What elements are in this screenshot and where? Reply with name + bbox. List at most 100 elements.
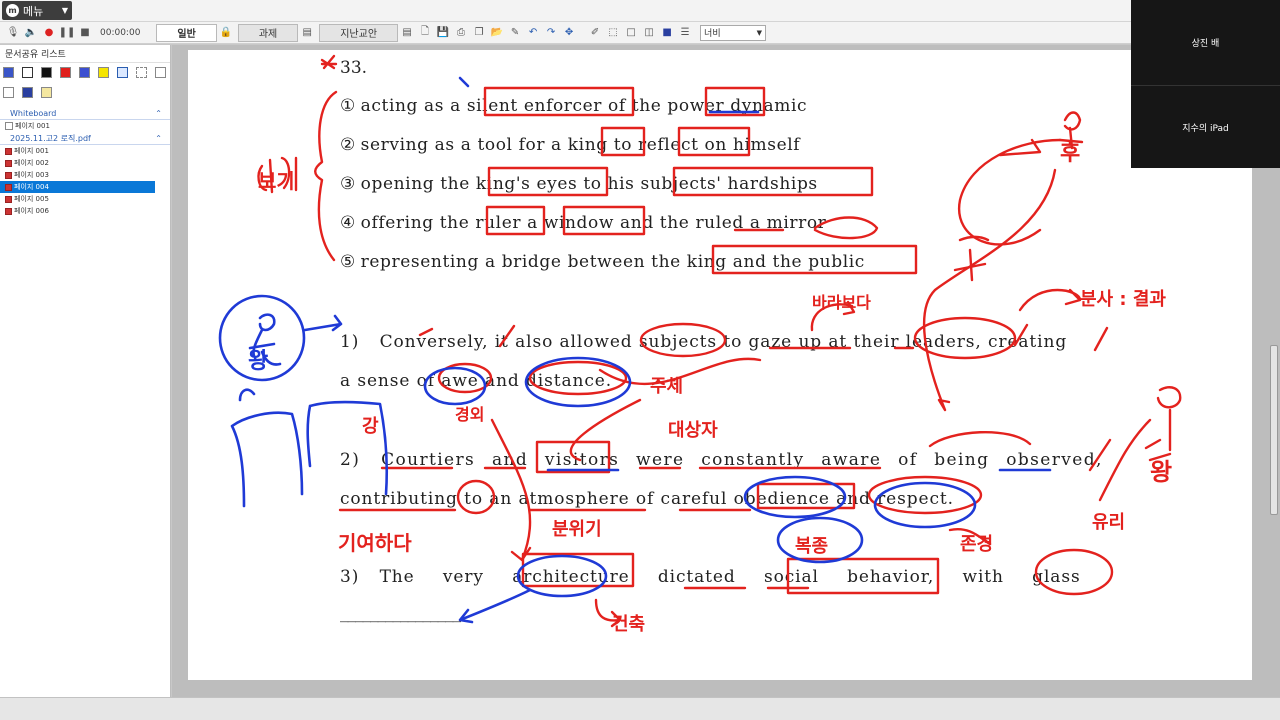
pdf-page-icon bbox=[5, 147, 12, 155]
sidebar-item-page-001[interactable]: 페이지 001 bbox=[0, 145, 170, 157]
lock-icon[interactable]: 🔒 bbox=[219, 26, 233, 40]
sidebar-item-label: 페이지 005 bbox=[14, 195, 49, 203]
tab-assignment[interactable]: 과제 bbox=[237, 23, 299, 42]
color-yellow-swatch[interactable] bbox=[98, 67, 109, 78]
question-number: 33. bbox=[340, 58, 368, 78]
paste-icon[interactable] bbox=[41, 87, 52, 98]
option-4: ④ offering the ruler a window and the ru… bbox=[340, 213, 826, 233]
menu-lines-icon[interactable]: ☰ bbox=[678, 26, 692, 40]
option-text: serving as a tool for a king to reflect … bbox=[360, 135, 801, 155]
pdf-page-icon bbox=[5, 195, 12, 203]
sidebar-item-page-005[interactable]: 페이지 005 bbox=[0, 193, 170, 205]
participant-name: 상진 배 bbox=[1191, 38, 1220, 49]
pdf-page-icon bbox=[5, 183, 12, 191]
option-1: ① acting as a silent enforcer of the pow… bbox=[340, 96, 807, 116]
title-bar: m 메뉴 ▼ bbox=[0, 0, 1280, 22]
menu-button[interactable]: m 메뉴 ▼ bbox=[2, 1, 72, 20]
chevron-down-icon: ▼ bbox=[756, 28, 763, 37]
menu-label: 메뉴 bbox=[23, 4, 44, 18]
sidebar-item-label: 페이지 004 bbox=[14, 183, 49, 191]
pdf-page-icon bbox=[5, 207, 12, 215]
save-icon[interactable] bbox=[3, 67, 14, 78]
sidebar-item-label: 페이지 001 bbox=[15, 122, 50, 130]
sidebar-item-label: 페이지 003 bbox=[14, 171, 49, 179]
select-icon[interactable]: ⬚ bbox=[606, 26, 620, 40]
passage-2-line-2: contributing to an atmosphere of careful… bbox=[340, 489, 954, 509]
main-toolbar: 🎙 🔈 ● ❚❚ ■ 00:00:00 일반 🔒 과제 ▤ 지난교안 ▤ 🗋 💾… bbox=[0, 22, 1280, 44]
undo-icon[interactable]: ↶ bbox=[526, 26, 540, 40]
mic-icon[interactable]: 🎙 bbox=[6, 26, 20, 40]
copy-icon[interactable]: ❐ bbox=[472, 26, 486, 40]
pdf-page-icon bbox=[5, 171, 12, 179]
option-text: opening the king's eyes to his subjects'… bbox=[360, 174, 818, 194]
passage-text: Conversely, it also allowed subjects to … bbox=[379, 332, 1068, 352]
save-icon[interactable]: 💾 bbox=[436, 26, 450, 40]
sidebar-item-label: 페이지 006 bbox=[14, 207, 49, 215]
stop-icon[interactable]: ■ bbox=[78, 26, 92, 40]
document-page[interactable]: 33. ① acting as a silent enforcer of the… bbox=[188, 50, 1252, 680]
passage-3-line-1: 3) The very architecture dictated social… bbox=[340, 567, 1081, 587]
app-logo-icon: m bbox=[6, 4, 19, 17]
sidebar-item-page-003[interactable]: 페이지 003 bbox=[0, 169, 170, 181]
speaker-icon[interactable]: 🔈 bbox=[24, 26, 38, 40]
tab-past-materials[interactable]: 지난교안 bbox=[319, 23, 399, 42]
pause-icon[interactable]: ❚❚ bbox=[59, 26, 76, 40]
print-icon[interactable]: ⎙ bbox=[454, 26, 468, 40]
option-number: ② bbox=[340, 135, 356, 155]
app-window: m 메뉴 ▼ 🎙 🔈 ● ❚❚ ■ 00:00:00 일반 🔒 과제 ▤ 지난교… bbox=[0, 0, 1280, 720]
passage-1-line-1: 1) Conversely, it also allowed subjects … bbox=[340, 332, 1067, 352]
section-label: Whiteboard bbox=[10, 108, 57, 118]
rectangle-icon[interactable]: □ bbox=[624, 26, 638, 40]
participant-name: 지수의 iPad bbox=[1182, 124, 1229, 134]
folder-icon[interactable]: ▤ bbox=[400, 26, 414, 40]
passage-number: 2) bbox=[340, 450, 361, 470]
pen-icon[interactable]: ✐ bbox=[588, 26, 602, 40]
folder-icon[interactable]: ▤ bbox=[300, 26, 314, 40]
sidebar-tools bbox=[0, 63, 170, 107]
open-icon[interactable]: 📂 bbox=[490, 26, 504, 40]
sidebar-item-page-004[interactable]: 페이지 004 bbox=[0, 181, 155, 193]
record-timer: 00:00:00 bbox=[100, 27, 141, 38]
status-bar bbox=[0, 697, 1280, 720]
tab-general[interactable]: 일반 bbox=[156, 23, 217, 42]
pen-icon[interactable] bbox=[117, 67, 128, 78]
pdf-page-icon bbox=[5, 159, 12, 167]
zoom-select-value: 너비 bbox=[704, 29, 721, 39]
sidebar-item-label: 페이지 002 bbox=[14, 159, 49, 167]
sidebar-section-pdf[interactable]: 2025.11.고2 로직.pdf ⌃ bbox=[0, 132, 170, 145]
passage-text: The very architecture dictated social be… bbox=[379, 567, 1081, 587]
move-icon[interactable]: ✥ bbox=[562, 26, 576, 40]
passage-1-line-2: a sense of awe and distance. bbox=[340, 371, 613, 391]
color-black-swatch[interactable] bbox=[41, 67, 52, 78]
chevron-up-icon[interactable]: ⌃ bbox=[155, 109, 162, 118]
vertical-scrollbar[interactable] bbox=[1270, 345, 1278, 515]
participant-tile[interactable]: 상진 배 bbox=[1131, 0, 1280, 84]
sidebar-item-page-002[interactable]: 페이지 002 bbox=[0, 157, 170, 169]
sidebar-item-page-006[interactable]: 페이지 006 bbox=[0, 205, 170, 217]
shape-icon[interactable]: ◫ bbox=[642, 26, 656, 40]
shape-icon[interactable] bbox=[3, 87, 14, 98]
option-number: ⑤ bbox=[340, 252, 356, 272]
select-icon[interactable] bbox=[136, 67, 147, 78]
record-icon[interactable]: ● bbox=[42, 26, 56, 40]
edit-icon[interactable]: ✎ bbox=[508, 26, 522, 40]
color-red-swatch[interactable] bbox=[60, 67, 71, 78]
sidebar-item-whiteboard-page-001[interactable]: 페이지 001 bbox=[0, 120, 170, 132]
redo-icon[interactable]: ↷ bbox=[544, 26, 558, 40]
lines-icon[interactable] bbox=[22, 67, 33, 78]
color-icon[interactable] bbox=[22, 87, 33, 98]
new-file-icon[interactable]: 🗋 bbox=[418, 26, 432, 40]
option-number: ③ bbox=[340, 174, 356, 194]
sidebar-item-label: 페이지 001 bbox=[14, 147, 49, 155]
document-canvas[interactable]: 33. ① acting as a silent enforcer of the… bbox=[172, 45, 1280, 697]
passage-number: 3) bbox=[340, 567, 360, 587]
zoom-select[interactable]: 너비 ▼ bbox=[700, 24, 767, 41]
sidebar-section-whiteboard[interactable]: Whiteboard ⌃ bbox=[0, 107, 170, 120]
participant-tile[interactable]: 지수의 iPad bbox=[1131, 85, 1280, 169]
option-2: ② serving as a tool for a king to reflec… bbox=[340, 135, 800, 155]
chevron-up-icon[interactable]: ⌃ bbox=[155, 134, 162, 143]
rectangle-icon[interactable] bbox=[155, 67, 166, 78]
option-number: ④ bbox=[340, 213, 356, 233]
color-icon[interactable]: ■ bbox=[660, 26, 674, 40]
color-blue-swatch[interactable] bbox=[79, 67, 90, 78]
